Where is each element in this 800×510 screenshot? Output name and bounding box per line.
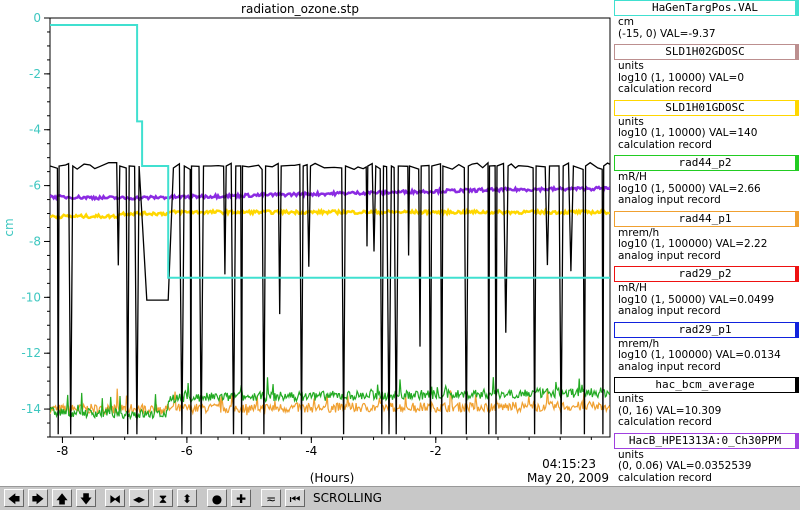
zoom-out-vertical-icon: ⬍	[181, 492, 193, 506]
legend-info-line: log10 (1, 100000) VAL=2.22	[618, 238, 768, 250]
legend-info-line: mrem/h	[618, 226, 660, 239]
mode-label: SCROLLING	[313, 491, 382, 505]
legend-info-line: calculation record	[618, 471, 712, 484]
legend-info-line: units	[618, 115, 644, 128]
legend-info-line: analog input record	[618, 305, 721, 317]
arrow-right-icon: 🡆	[31, 492, 45, 506]
legend-info-line: units	[618, 448, 644, 461]
legend-info-line: analog input record	[618, 194, 721, 206]
legend-info-line: log10 (1, 50000) VAL=2.66	[618, 182, 761, 195]
x-tick-label: -6	[181, 444, 193, 458]
legend-info-line: log10 (1, 10000) VAL=140	[618, 127, 758, 139]
x-tick-label: -8	[56, 444, 68, 458]
chart-title: radiation_ozone.stp	[241, 2, 359, 16]
legend-name[interactable]: hac_bcm_average	[614, 377, 799, 393]
legend-info-line: log10 (1, 100000) VAL=0.0134	[618, 349, 781, 361]
legend-info-line: units	[618, 393, 644, 405]
legend-info-line: log10 (1, 50000) VAL=0.0499	[618, 293, 775, 306]
arrow-left-button[interactable]: 🡄	[4, 489, 24, 507]
stop-icon: ●	[211, 492, 223, 506]
x-axis-label: (Hours)	[310, 471, 355, 485]
y-tick-label: -10	[21, 290, 41, 304]
legend-info-line: analog input record	[618, 360, 721, 373]
legend-info-line: mrem/h	[618, 337, 660, 350]
timestamp-time: 04:15:23	[542, 457, 596, 471]
legend-name[interactable]: SLD1H02GDOSC	[614, 44, 799, 60]
legend-info-line: log10 (1, 10000) VAL=0	[618, 71, 745, 84]
x-tick-label: -4	[305, 444, 317, 458]
y-tick-label: -4	[29, 123, 41, 137]
y-tick-label: -14	[21, 402, 41, 416]
y-tick-label: -8	[29, 234, 41, 248]
legend-name[interactable]: rad29_p2	[614, 266, 799, 282]
legend-info-line: calculation record	[618, 138, 712, 151]
arrow-up-icon: 🡅	[55, 492, 69, 506]
zoom-in-vertical-icon: ⧗	[158, 492, 168, 506]
arrow-up-button[interactable]: 🡅	[52, 489, 72, 507]
legend-name[interactable]: rad44_p1	[614, 210, 799, 227]
arrow-right-button[interactable]: 🡆	[28, 489, 48, 507]
zoom-out-horizontal-button[interactable]: ◂▸	[129, 489, 149, 507]
arrow-left-icon: 🡄	[7, 492, 21, 506]
add-button[interactable]: ✚	[231, 489, 251, 507]
timestamp-date: May 20, 2009	[527, 471, 609, 485]
stop-button[interactable]: ●	[207, 489, 227, 507]
legend-info-line: cm	[618, 16, 635, 28]
zoom-out-horizontal-icon: ◂▸	[132, 492, 146, 506]
legend-info-line: (-15, 0) VAL=-9.37	[618, 27, 716, 40]
first-page-icon: ⏮	[289, 492, 301, 506]
toolbar: 🡄 🡆 🡅 🡇 ⧓ ◂▸ ⧗ ⬍ ● ✚ ≂ ⏮ SCROLLING	[0, 486, 800, 510]
autoscale-icon: ≂	[265, 492, 277, 506]
legend-name[interactable]: HaGenTargPos.VAL	[614, 0, 799, 16]
legend-info-line: (0, 0.06) VAL=0.0352539	[618, 460, 752, 472]
add-icon: ✚	[235, 492, 247, 506]
first-page-button[interactable]: ⏮	[285, 489, 305, 507]
legend-info-line: calculation record	[618, 83, 712, 95]
plot-frame	[49, 17, 611, 438]
chart-svg[interactable]: radiation_ozone.stp0-2-4-6-8-10-12-14cm-…	[0, 0, 612, 486]
legend-info-line: mR/H	[618, 171, 647, 183]
legend-name[interactable]: HacB_HPE1313A:0_Ch30PPM	[614, 432, 799, 449]
x-tick-label: -2	[430, 444, 442, 458]
legend-info-line: calculation record	[618, 416, 712, 428]
arrow-down-button[interactable]: 🡇	[76, 489, 96, 507]
legend-name[interactable]: rad44_p2	[614, 155, 799, 171]
legend-info-line: (0, 16) VAL=10.309	[618, 404, 722, 417]
legend-name[interactable]: SLD1H01GDOSC	[614, 99, 799, 116]
y-tick-label: -12	[21, 346, 41, 360]
chart-area[interactable]: radiation_ozone.stp 0 -2 -4 -6 -8 -10 -12 -14 cm -…	[0, 0, 612, 486]
y-tick-label: 0	[33, 11, 41, 25]
y-axis-label: cm	[2, 218, 16, 236]
y-tick-label: -6	[29, 179, 41, 193]
legend: HaGenTargPos.VAL cm (-15, 0) VAL=-9.37 SLD1…	[614, 0, 800, 486]
legend-info-line: mR/H	[618, 282, 647, 294]
legend-info-line: units	[618, 60, 644, 72]
zoom-out-vertical-button[interactable]: ⬍	[177, 489, 197, 507]
legend-name[interactable]: rad29_p1	[614, 321, 799, 338]
autoscale-button[interactable]: ≂	[261, 489, 281, 507]
zoom-in-vertical-button[interactable]: ⧗	[153, 489, 173, 507]
zoom-in-horizontal-button[interactable]: ⧓	[105, 489, 125, 507]
zoom-in-horizontal-icon: ⧓	[109, 492, 121, 506]
arrow-down-icon: 🡇	[79, 492, 93, 506]
y-tick-label: -2	[29, 67, 41, 81]
legend-info-line: analog input record	[618, 249, 721, 262]
